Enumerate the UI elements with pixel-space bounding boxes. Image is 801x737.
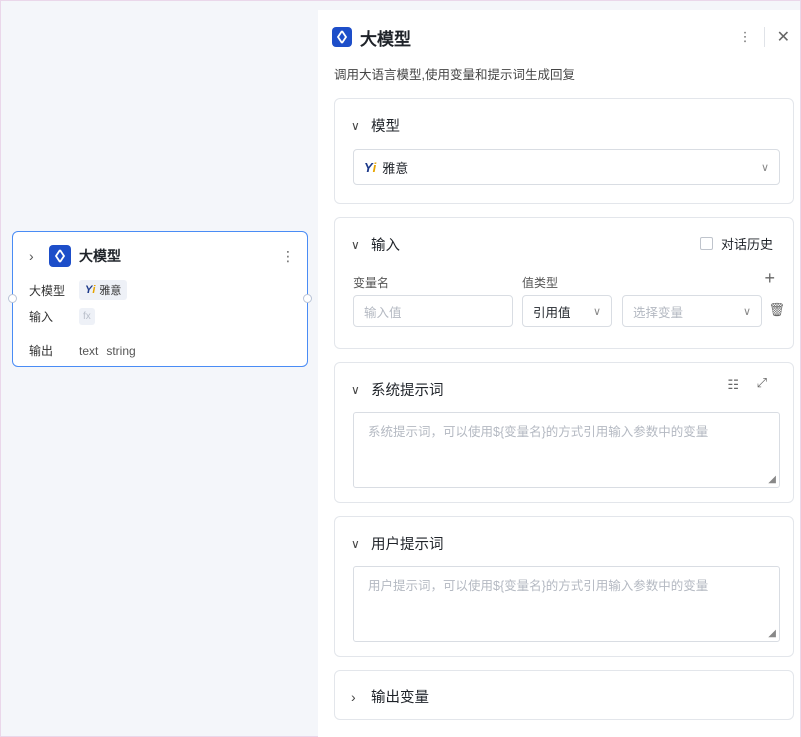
model-select[interactable]: Yi 雅意 ∨ [353, 149, 780, 185]
variable-name-input[interactable]: 输入值 [353, 295, 513, 327]
system-prompt-textarea[interactable]: 系统提示词，可以使用${变量名}的方式引用输入参数中的变量 ◢ [353, 412, 780, 488]
template-icon[interactable]: ☷ [727, 377, 739, 393]
expand-icon[interactable]: ⤢ [757, 375, 767, 391]
value-type-select[interactable]: 引用值 ∨ [522, 295, 612, 327]
resize-grip-icon[interactable]: ◢ [768, 474, 776, 485]
history-toggle[interactable]: 对话历史 [699, 234, 773, 253]
chevron-down-icon: ∨ [742, 305, 751, 318]
row-label: 大模型 [29, 283, 66, 298]
panel-description: 调用大语言模型,使用变量和提示词生成回复 [334, 68, 575, 82]
history-checkbox[interactable] [699, 237, 713, 250]
yi-logo-icon: Yi [85, 284, 96, 296]
output-type: string [106, 343, 136, 358]
output-port[interactable] [303, 294, 312, 303]
variable-name-placeholder: 输入值 [364, 305, 402, 320]
llm-logo-icon [49, 245, 71, 267]
system-prompt-placeholder: 系统提示词，可以使用${变量名}的方式引用输入参数中的变量 [368, 425, 709, 439]
expand-chevron-icon[interactable]: › [29, 248, 43, 264]
resize-grip-icon[interactable]: ◢ [768, 628, 776, 639]
section-header[interactable]: ∨ 系统提示词 [351, 379, 444, 400]
panel-actions: ⋮ ✕ [739, 27, 790, 47]
fx-chip: fx [79, 308, 95, 325]
section-title: 模型 [371, 119, 400, 135]
collapse-chevron-icon[interactable]: ∨ [351, 383, 371, 397]
properties-panel: 大模型 ⋮ ✕ 调用大语言模型,使用变量和提示词生成回复 ∨ 模型 Yi 雅意 … [318, 10, 800, 737]
more-icon[interactable]: ⋮ [739, 29, 752, 45]
close-icon[interactable]: ✕ [777, 27, 790, 47]
model-select-value: 雅意 [382, 160, 409, 176]
output-name: text [79, 343, 99, 358]
expand-chevron-icon[interactable]: › [351, 689, 371, 705]
col-var-label: 变量名 [353, 276, 390, 290]
system-prompt-section: ∨ 系统提示词 ☷ ⤢ 系统提示词，可以使用${变量名}的方式引用输入参数中的变… [334, 362, 794, 503]
node-row-output: 输出 text string [29, 342, 144, 359]
history-label: 对话历史 [720, 237, 773, 252]
model-chip: Yi 雅意 [79, 280, 128, 300]
node-header: › 大模型 ⋮ [29, 244, 295, 268]
panel-title: 大模型 [360, 29, 411, 49]
model-section: ∨ 模型 Yi 雅意 ∨ [334, 98, 794, 204]
divider [763, 27, 765, 47]
chevron-down-icon: ∨ [760, 161, 769, 174]
section-header[interactable]: ∨ 用户提示词 [351, 533, 444, 554]
row-label: 输出 [29, 344, 54, 358]
section-title: 输出变量 [371, 690, 429, 706]
section-header[interactable]: › 输出变量 [351, 686, 429, 707]
output-variable-section: › 输出变量 [334, 670, 794, 720]
collapse-chevron-icon[interactable]: ∨ [351, 537, 371, 551]
collapse-chevron-icon[interactable]: ∨ [351, 238, 371, 252]
chevron-down-icon: ∨ [592, 305, 601, 318]
section-title: 输入 [371, 238, 400, 254]
model-name: 雅意 [99, 285, 122, 297]
variable-ref-select[interactable]: 选择变量 ∨ [622, 295, 762, 327]
node-title: 大模型 [79, 248, 121, 264]
node-row-input: 输入 fx [29, 308, 95, 325]
add-icon[interactable]: + [764, 268, 775, 289]
llm-node-card[interactable]: › 大模型 ⋮ 大模型 Yi 雅意 输入 fx 输出 text string [8, 231, 312, 367]
user-prompt-section: ∨ 用户提示词 用户提示词，可以使用${变量名}的方式引用输入参数中的变量 ◢ [334, 516, 794, 657]
user-prompt-textarea[interactable]: 用户提示词，可以使用${变量名}的方式引用输入参数中的变量 ◢ [353, 566, 780, 642]
input-section: ∨ 输入 对话历史 变量名 值类型 + 输入值 引用值 ∨ 选择变量 ∨ 🗑︎ [334, 217, 794, 349]
variable-ref-placeholder: 选择变量 [633, 305, 684, 320]
input-port[interactable] [8, 294, 17, 303]
yi-logo-icon: Yi [364, 159, 377, 175]
value-type-value: 引用值 [533, 305, 571, 320]
col-type-label: 值类型 [522, 276, 559, 290]
more-icon[interactable]: ⋮ [281, 249, 295, 263]
section-header[interactable]: ∨ 模型 [351, 115, 400, 136]
node-row-model: 大模型 Yi 雅意 [29, 280, 128, 300]
row-label: 输入 [29, 310, 54, 324]
llm-logo-icon [332, 27, 352, 47]
user-prompt-placeholder: 用户提示词，可以使用${变量名}的方式引用输入参数中的变量 [368, 579, 709, 593]
section-title: 用户提示词 [371, 537, 444, 553]
section-title: 系统提示词 [371, 383, 444, 399]
delete-icon[interactable]: 🗑︎ [768, 302, 785, 318]
section-header[interactable]: ∨ 输入 [351, 234, 400, 255]
collapse-chevron-icon[interactable]: ∨ [351, 119, 371, 133]
panel-header: 大模型 ⋮ ✕ [332, 24, 790, 50]
